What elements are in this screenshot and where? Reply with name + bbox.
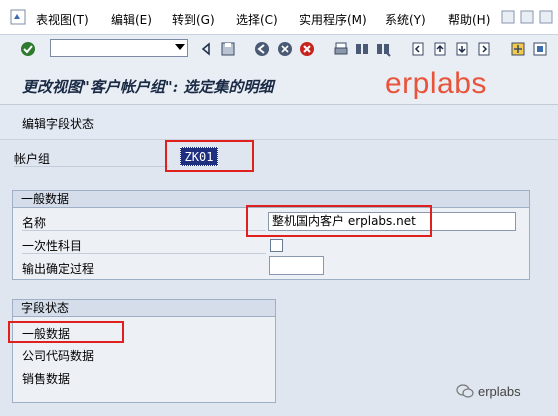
chevron-down-icon[interactable] — [175, 44, 185, 50]
output-determination-field[interactable] — [269, 256, 324, 275]
back-icon[interactable] — [198, 41, 214, 57]
menu-bar: 表视图(T) 编辑(E) 转到(G) 选择(C) 实用程序(M) 系统(Y) 帮… — [0, 0, 558, 34]
watermark-text: erplabs — [385, 67, 487, 100]
find-icon[interactable] — [354, 41, 370, 57]
divider — [22, 253, 266, 254]
field-status-sales-data[interactable]: 销售数据 — [22, 370, 70, 387]
menu-system[interactable]: 系统(Y) — [385, 11, 426, 28]
output-determination-label: 输出确定过程 — [22, 262, 95, 276]
menu-selection[interactable]: 选择(C) — [236, 11, 278, 28]
highlight-box — [8, 321, 124, 343]
menu-goto[interactable]: 转到(G) — [172, 11, 215, 28]
window-controls-icon[interactable] — [500, 8, 556, 26]
save-icon[interactable] — [220, 41, 236, 57]
enter-icon[interactable] — [20, 41, 36, 57]
cancel-icon[interactable] — [299, 41, 315, 57]
new-session-icon[interactable] — [510, 41, 526, 57]
prev-page-icon[interactable] — [432, 41, 448, 57]
name-label: 名称 — [22, 216, 47, 230]
menu-edit[interactable]: 编辑(E) — [111, 11, 152, 28]
first-page-icon[interactable] — [410, 41, 426, 57]
page-title: 更改视图"客户帐户组": 选定集的明细 — [22, 78, 274, 96]
field-status-company-code-data[interactable]: 公司代码数据 — [22, 347, 94, 364]
one-time-account-checkbox[interactable] — [270, 239, 283, 252]
highlight-box — [165, 140, 254, 172]
account-group-label: 帐户组 — [14, 152, 51, 166]
sap-menu-icon[interactable] — [10, 9, 26, 25]
back-nav-icon[interactable] — [254, 41, 270, 57]
command-field[interactable] — [50, 39, 188, 57]
one-time-account-label: 一次性科目 — [22, 239, 83, 253]
divider — [14, 166, 169, 167]
next-page-icon[interactable] — [454, 41, 470, 57]
standard-toolbar — [0, 34, 558, 66]
menu-table-view[interactable]: 表视图(T) — [36, 11, 89, 28]
exit-icon[interactable] — [277, 41, 293, 57]
edit-field-status-button[interactable]: 编辑字段状态 — [22, 115, 94, 132]
print-icon[interactable] — [333, 41, 349, 57]
menu-help[interactable]: 帮助(H) — [448, 11, 490, 28]
menu-utilities[interactable]: 实用程序(M) — [299, 11, 367, 28]
last-page-icon[interactable] — [476, 41, 492, 57]
divider — [22, 230, 266, 231]
footer-watermark: erplabs — [478, 384, 521, 399]
title-bar: 更改视图"客户帐户组": 选定集的明细 erplabs — [0, 64, 558, 105]
shortcut-icon[interactable] — [532, 41, 548, 57]
field-status-header: 字段状态 — [13, 300, 275, 317]
highlight-box — [246, 205, 432, 237]
find-next-icon[interactable] — [375, 41, 391, 57]
wechat-icon — [456, 384, 474, 398]
application-toolbar: 编辑字段状态 — [0, 105, 558, 140]
